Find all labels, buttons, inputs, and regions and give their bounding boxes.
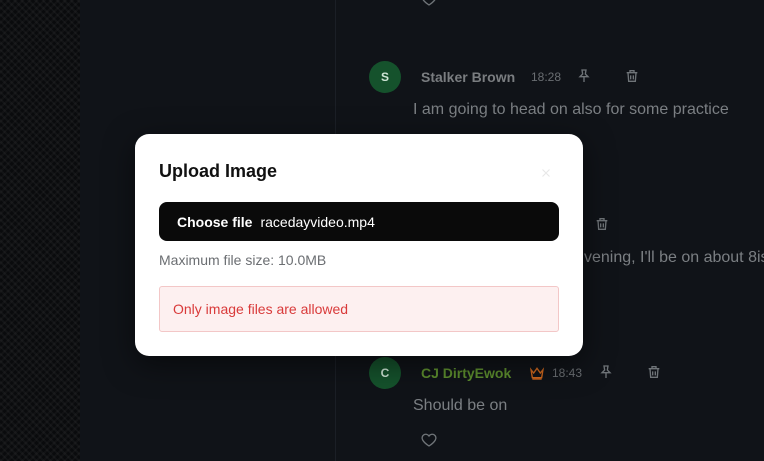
upload-image-dialog: Upload Image Choose file racedayvideo.mp… — [135, 134, 583, 356]
choose-file-button[interactable]: Choose file — [177, 214, 252, 230]
dialog-title: Upload Image — [159, 161, 278, 181]
error-alert: Only image files are allowed — [159, 286, 559, 332]
file-input[interactable]: Choose file racedayvideo.mp4 — [159, 202, 559, 241]
error-message: Only image files are allowed — [173, 301, 349, 317]
close-icon[interactable] — [535, 162, 557, 184]
file-size-hint: Maximum file size: 10.0MB — [159, 252, 327, 268]
selected-file-name: racedayvideo.mp4 — [260, 213, 375, 230]
